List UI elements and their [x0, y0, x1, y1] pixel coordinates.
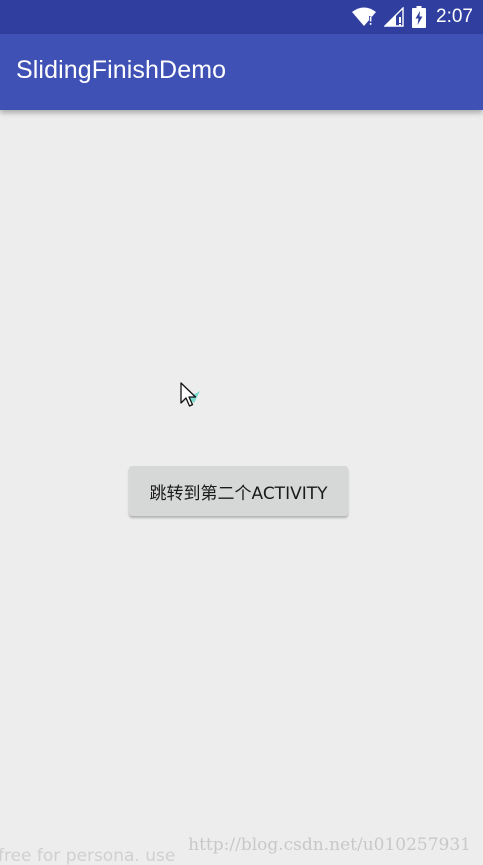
- app-title: SlidingFinishDemo: [16, 56, 227, 84]
- content-area: 跳转到第二个ACTIVITY: [0, 110, 483, 865]
- open-second-activity-button[interactable]: 跳转到第二个ACTIVITY: [129, 466, 348, 516]
- screen: 2:07 SlidingFinishDemo 跳转到第二个ACTIVITY ht…: [0, 0, 483, 865]
- wifi-icon: [352, 7, 377, 27]
- button-label: 跳转到第二个ACTIVITY: [149, 483, 328, 504]
- signal-icon: [384, 7, 404, 27]
- watermark-url: http://blog.csdn.net/u010257931: [188, 835, 471, 855]
- watermark-license: free for persona. use: [0, 846, 176, 865]
- mouse-pointer-icon: [180, 382, 210, 418]
- status-icons: 2:07: [352, 0, 473, 34]
- battery-charging-icon: [412, 6, 427, 28]
- app-bar: SlidingFinishDemo: [0, 34, 483, 110]
- status-bar: 2:07: [0, 0, 483, 34]
- status-time: 2:07: [436, 6, 473, 27]
